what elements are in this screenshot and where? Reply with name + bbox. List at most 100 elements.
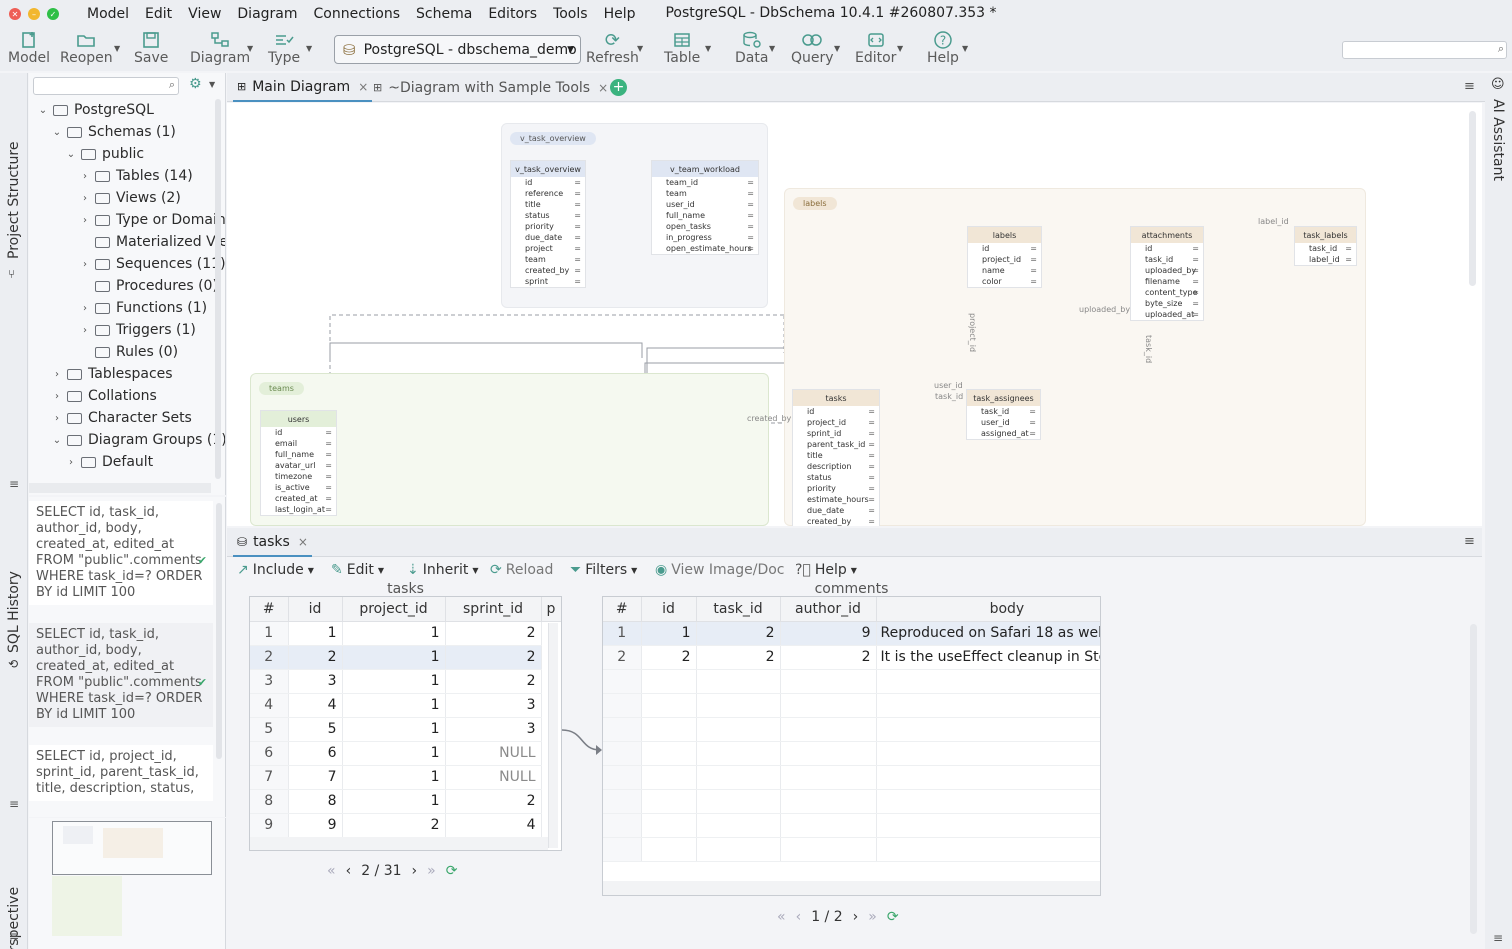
type-button[interactable]: Type [268, 30, 300, 66]
table-row[interactable]: 5513 [250, 717, 561, 742]
tab-main-diagram[interactable]: ⊞ Main Diagram × [233, 73, 373, 102]
menu-editors[interactable]: Editors [480, 6, 545, 22]
entity-column[interactable]: project_id = [793, 417, 879, 428]
table-cell[interactable]: 1 [342, 669, 446, 694]
entity-column[interactable]: created_by = [511, 265, 585, 276]
table-dropdown-icon[interactable]: ▼ [705, 44, 711, 53]
entity-column[interactable]: email = [261, 438, 336, 449]
entity-column[interactable]: created_at = [261, 493, 336, 504]
chevron-right-icon[interactable]: › [51, 391, 63, 402]
table-cell[interactable]: 5 [288, 717, 343, 742]
table-cell[interactable]: 2 [445, 621, 542, 646]
table-cell[interactable]: 2 [780, 645, 877, 670]
entity-column[interactable]: due_date = [793, 505, 879, 516]
table-row[interactable]: 8812 [250, 789, 561, 814]
entity-column[interactable]: sprint = [511, 276, 585, 287]
entity-column[interactable]: task_id = [967, 406, 1040, 417]
menu-tools[interactable]: Tools [545, 6, 596, 22]
table-cell[interactable]: 3 [445, 717, 542, 742]
tree-item[interactable]: Procedures (0) [79, 275, 218, 297]
history-item[interactable]: SELECT id, task_id, author_id, body, cre… [29, 501, 213, 605]
panel-menu-icon-3[interactable]: ≡ [9, 929, 19, 943]
chevron-right-icon[interactable]: › [79, 171, 91, 182]
tab-sample-diagram[interactable]: ⊞ ~Diagram with Sample Tools × [373, 73, 608, 102]
table-row[interactable]: 1112 [250, 621, 561, 646]
table-cell[interactable]: 6 [288, 741, 343, 766]
entity-column[interactable]: filename = [1131, 276, 1203, 287]
data-vertical-scrollbar[interactable] [1470, 624, 1477, 934]
column-header[interactable]: id [641, 597, 697, 622]
table-row[interactable]: 2 2 2 2 It is the useEffect cleanup in StepS [603, 645, 1100, 670]
entity-column[interactable]: project = [511, 243, 585, 254]
entity-column[interactable]: team_id = [652, 177, 758, 188]
table-cell[interactable]: 8 [288, 789, 343, 814]
last-page-icon[interactable]: » [868, 909, 877, 925]
diagram-dropdown-icon[interactable]: ▼ [247, 44, 253, 53]
table-cell[interactable]: 1 [288, 621, 343, 646]
data-button[interactable]: Data [735, 30, 768, 66]
table-cell[interactable]: 2 [288, 645, 343, 670]
tree-item[interactable]: ⌄ PostgreSQL [37, 99, 154, 121]
table-cell[interactable]: 3 [445, 693, 542, 718]
tree-item[interactable]: › Functions (1) [79, 297, 207, 319]
tab-menu-icon[interactable]: ≡ [1464, 79, 1475, 94]
column-header[interactable]: id [288, 597, 343, 622]
minimize-window-icon[interactable]: – [28, 8, 40, 20]
entity-column[interactable]: id = [261, 427, 336, 438]
entity-column[interactable]: open_estimate_hours = [652, 243, 758, 254]
reopen-dropdown-icon[interactable]: ▼ [114, 44, 120, 53]
panel-menu-icon-2[interactable]: ≡ [9, 797, 19, 811]
history-item[interactable]: SELECT id, project_id, sprint_id, parent… [29, 745, 213, 801]
help-dropdown-icon[interactable]: ▼ [962, 44, 968, 53]
tree-item[interactable]: › Views (2) [79, 187, 181, 209]
panel-menu-icon[interactable]: ≡ [1493, 931, 1503, 945]
table-row[interactable]: 4413 [250, 693, 561, 718]
table-cell[interactable]: 2 [641, 645, 697, 670]
entity-column[interactable]: title = [793, 450, 879, 461]
entity-column[interactable]: task_id = [1295, 243, 1356, 254]
menu-edit[interactable]: Edit [137, 6, 180, 22]
tree-scrollbar[interactable] [215, 99, 221, 479]
entity-task-assignees[interactable]: task_assignees task_id = user_id = assigned_a… [966, 389, 1041, 440]
entity-column[interactable]: created_by = [793, 516, 879, 526]
entity-column[interactable]: parent_task_id = [793, 439, 879, 450]
entity-column[interactable]: uploaded_at = [1131, 309, 1203, 320]
tree-item[interactable]: › Tables (14) [79, 165, 193, 187]
sql-history-tab[interactable]: SQL History [6, 571, 22, 653]
entity-column[interactable]: timezone = [261, 471, 336, 482]
entity-column[interactable]: sprint_id = [793, 428, 879, 439]
tree-item[interactable]: › Tablespaces [51, 363, 173, 385]
connection-select[interactable]: ⛁ PostgreSQL - dbschema_demo ▼ [334, 35, 581, 64]
column-header[interactable]: body [876, 597, 1100, 622]
menu-diagram[interactable]: Diagram [229, 6, 305, 22]
first-page-icon[interactable]: « [777, 909, 786, 925]
include-button[interactable]: ↗ Include ▼ [237, 562, 314, 578]
entity-column[interactable]: id = [793, 406, 879, 417]
tree-item[interactable]: › Default [65, 451, 153, 473]
menu-view[interactable]: View [180, 6, 229, 22]
column-header[interactable]: # [250, 597, 289, 622]
project-structure-tab[interactable]: Project Structure [6, 142, 22, 259]
tasks-horizontal-scrollbar[interactable] [250, 837, 548, 850]
entity-column[interactable]: status = [511, 210, 585, 221]
table-cell[interactable]: 7 [288, 765, 343, 790]
tree-item[interactable]: Materialized Vie [79, 231, 225, 253]
tasks-vertical-scrollbar[interactable] [548, 623, 558, 848]
entity-task-labels[interactable]: task_labels task_id = label_id = [1294, 226, 1357, 266]
tree-item[interactable]: › Character Sets [51, 407, 192, 429]
entity-column[interactable]: full_name = [261, 449, 336, 460]
view-image-button[interactable]: ◉ View Image/Doc [655, 562, 785, 578]
tree-item[interactable]: › Collations [51, 385, 157, 407]
tree-filter-input[interactable]: ⌕ [33, 77, 179, 95]
refresh-icon[interactable]: ⟳ [887, 909, 899, 925]
next-page-icon[interactable]: › [853, 909, 859, 925]
table-cell[interactable]: Reproduced on Safari 18 as well, no [876, 621, 1100, 646]
close-tab-icon[interactable]: × [298, 535, 308, 549]
comments-grid[interactable]: # id task_id author_id body 1 1 2 9 Reproduced o… [602, 596, 1101, 896]
tree-item[interactable]: ⌄ public [65, 143, 144, 165]
entity-column[interactable]: priority = [511, 221, 585, 232]
chevron-down-icon[interactable]: ⌄ [65, 149, 77, 160]
column-header[interactable]: task_id [696, 597, 781, 622]
table-row[interactable]: 7 7 1 NULL [250, 765, 561, 790]
table-cell[interactable]: NULL [445, 741, 542, 766]
